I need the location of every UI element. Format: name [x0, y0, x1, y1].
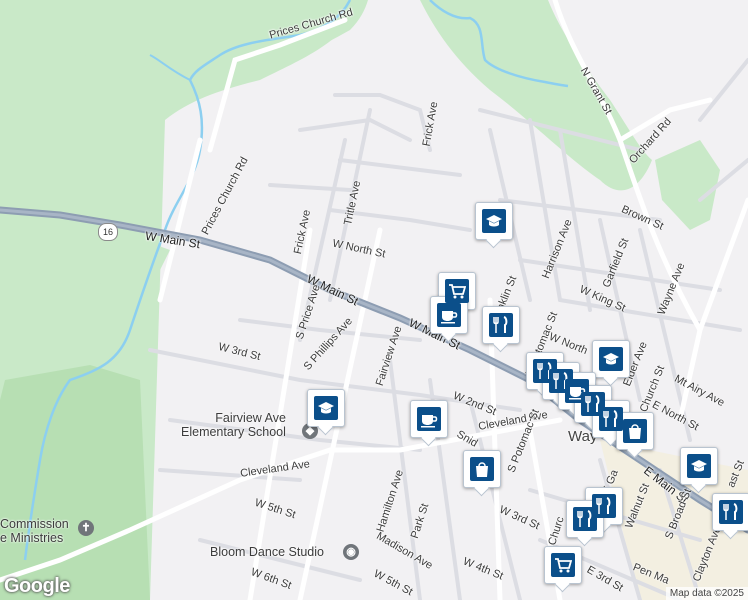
google-logo: Google [4, 575, 70, 597]
restaurant-icon [489, 313, 513, 337]
place-bloom-dance-line-1: Bloom Dance Studio [210, 545, 324, 559]
school-icon [687, 454, 711, 478]
map-data-attribution[interactable]: Map data ©2025 [665, 587, 748, 600]
restaurant-icon [719, 500, 743, 524]
camera-pin-icon[interactable]: ◉ [343, 544, 359, 560]
restaurant-icon [573, 507, 597, 531]
place-fairview-school-line-1: Fairview Ave [215, 411, 286, 425]
school-icon [314, 396, 338, 420]
place-commission-line-2: e Ministries [0, 531, 64, 545]
marker-school-north[interactable] [475, 202, 513, 240]
route-16-shield: 16 [98, 223, 118, 241]
shopping-icon [623, 419, 647, 443]
place-commission-ministries-label: Commission e Ministries [0, 517, 69, 545]
marker-school-east[interactable] [680, 447, 718, 485]
church-pin-icon[interactable]: ✝ [78, 520, 94, 536]
marker-school-fairview[interactable] [307, 389, 345, 427]
cafe-icon [437, 303, 461, 327]
shopping-icon [470, 457, 494, 481]
marker-cafe-2nd[interactable] [410, 400, 448, 438]
grocery-icon [445, 279, 469, 303]
marker-shopping-cleveland[interactable] [463, 450, 501, 488]
cafe-icon [417, 407, 441, 431]
map-canvas[interactable]: 16 Prices Church Rd Prices Church Rd W M… [0, 0, 748, 600]
marker-restaurant-east[interactable] [712, 493, 748, 531]
place-commission-line-1: Commission [0, 517, 69, 531]
grocery-icon [551, 553, 575, 577]
place-fairview-school-label: Fairview Ave Elementary School [181, 411, 286, 439]
marker-grocery-south[interactable] [544, 546, 582, 584]
marker-school-downtown[interactable] [592, 340, 630, 378]
school-icon [599, 347, 623, 371]
restaurant-icon [599, 407, 623, 431]
place-bloom-dance-label: Bloom Dance Studio [210, 545, 324, 559]
school-icon [482, 209, 506, 233]
marker-restaurant-main[interactable] [482, 306, 520, 344]
place-fairview-school-line-2: Elementary School [181, 425, 286, 439]
